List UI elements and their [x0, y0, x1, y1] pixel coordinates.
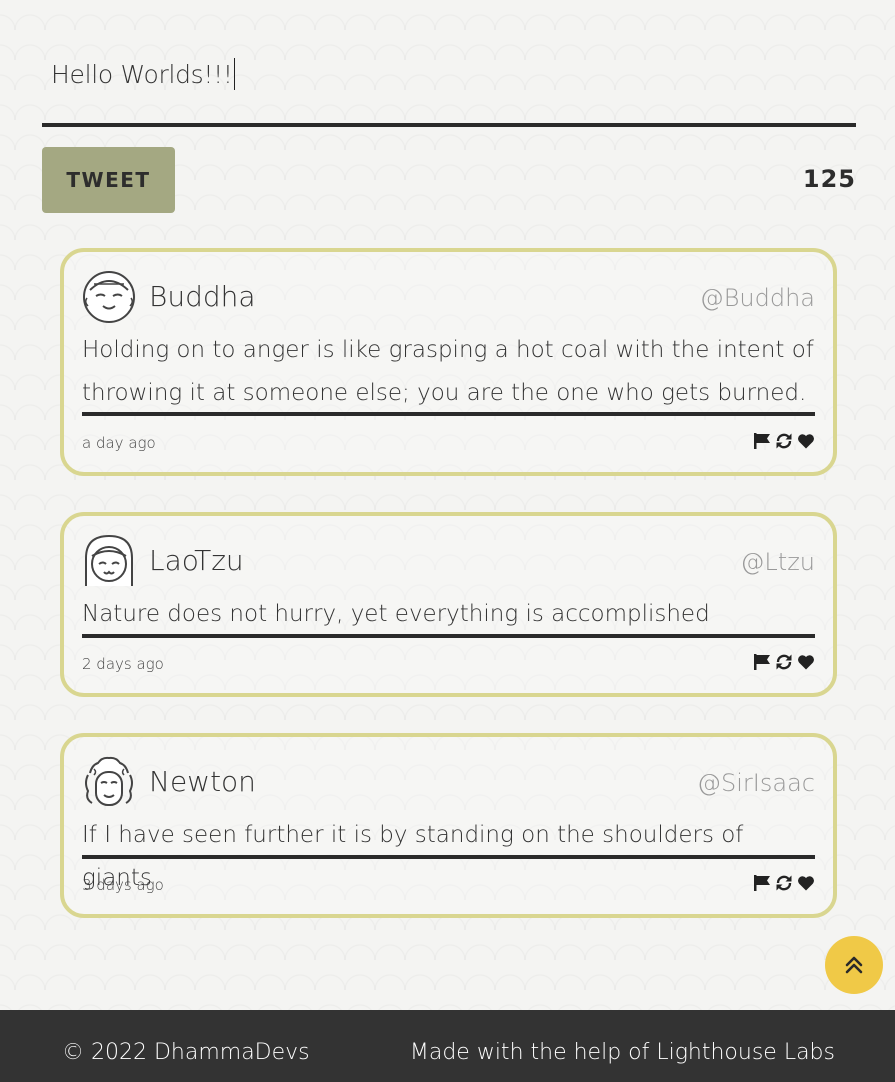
tweet-timestamp: 3 days ago	[82, 876, 164, 894]
author-handle[interactable]: @SirIsaac	[697, 769, 815, 797]
tweet-card: LaoTzu @Ltzu Nature does not hurry, yet …	[60, 512, 837, 697]
retweet-icon[interactable]	[775, 874, 793, 892]
double-chevron-up-icon	[845, 956, 863, 974]
tweet-text-input[interactable]: Hello Worlds!!!	[51, 58, 236, 90]
char-counter: 125	[802, 165, 856, 193]
tweet-header: LaoTzu @Ltzu	[82, 534, 815, 592]
author-handle[interactable]: @Buddha	[700, 284, 815, 312]
tweet-divider	[82, 855, 815, 859]
tweet-card: Buddha @Buddha Holding on to anger is li…	[60, 248, 837, 476]
tweet-timestamp: 2 days ago	[82, 655, 164, 673]
author-name: LaoTzu	[149, 544, 244, 577]
tweet-composer: Hello Worlds!!! TWEET 125	[42, 0, 856, 230]
tweet-header: Buddha @Buddha	[82, 270, 815, 328]
buddha-avatar-icon	[83, 271, 135, 323]
tweet-header: Newton @SirIsaac	[82, 755, 815, 813]
tweet-input-value: Hello Worlds!!!	[51, 59, 233, 89]
author-name: Buddha	[149, 280, 256, 313]
flag-icon[interactable]	[753, 432, 771, 450]
composer-underline	[42, 123, 856, 127]
scroll-to-top-button[interactable]	[825, 936, 883, 994]
tweet-actions	[753, 874, 815, 892]
footer-credit: Made with the help of Lighthouse Labs	[409, 1040, 835, 1065]
tweet-body: Nature does not hurry, yet everything is…	[82, 601, 710, 627]
tweet-actions	[753, 653, 815, 671]
newton-avatar-icon	[85, 756, 133, 806]
tweet-button[interactable]: TWEET	[42, 147, 175, 213]
laotzu-avatar-icon	[85, 534, 133, 586]
flag-icon[interactable]	[753, 653, 771, 671]
heart-icon[interactable]	[797, 874, 815, 892]
retweet-icon[interactable]	[775, 432, 793, 450]
heart-icon[interactable]	[797, 653, 815, 671]
tweet-card: Newton @SirIsaac If I have seen further …	[60, 733, 837, 918]
tweet-actions	[753, 432, 815, 450]
text-caret	[233, 58, 236, 90]
tweet-timestamp: a day ago	[82, 434, 156, 452]
author-handle[interactable]: @Ltzu	[740, 548, 815, 576]
page-footer: © 2022 DhammaDevs Made with the help of …	[0, 1010, 895, 1082]
tweet-divider	[82, 412, 815, 416]
retweet-icon[interactable]	[775, 653, 793, 671]
author-name: Newton	[149, 765, 256, 798]
heart-icon[interactable]	[797, 432, 815, 450]
tweet-divider	[82, 634, 815, 638]
flag-icon[interactable]	[753, 874, 771, 892]
footer-copyright: © 2022 DhammaDevs	[62, 1040, 310, 1065]
tweet-body: Holding on to anger is like grasping a h…	[82, 337, 814, 406]
